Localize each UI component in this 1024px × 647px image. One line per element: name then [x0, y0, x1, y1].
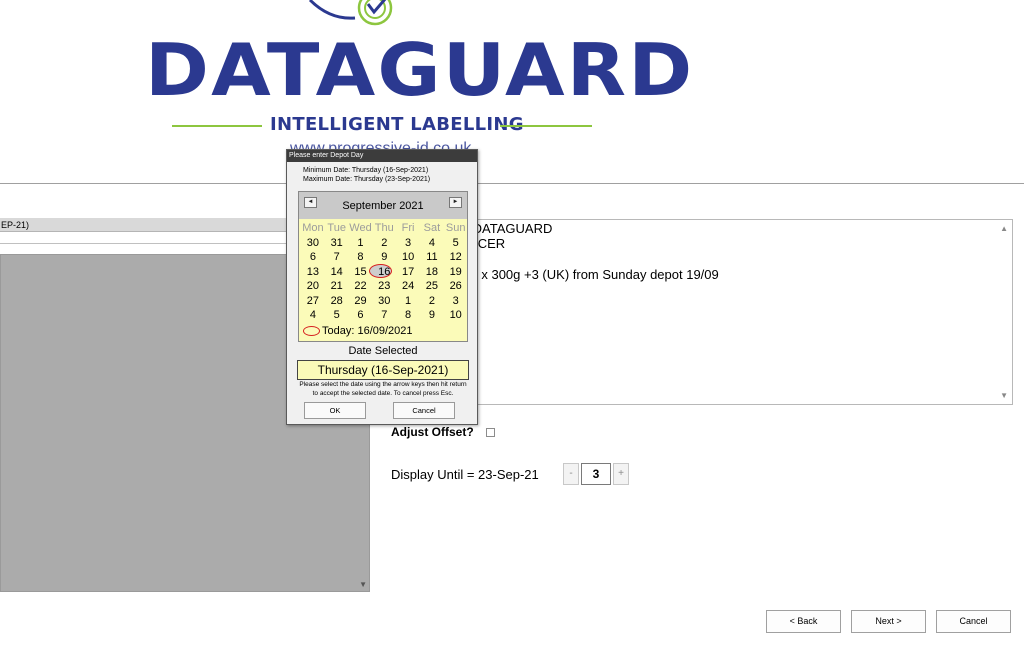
- weekday-header: Mon: [302, 222, 324, 234]
- min-date-text: Minimum Date: Thursday (16-Sep-2021): [303, 167, 429, 174]
- tagline-rule-right: [500, 125, 592, 127]
- stepper-value[interactable]: 3: [581, 463, 611, 485]
- weekday-header: Wed: [349, 222, 372, 234]
- calendar-month-label: September 2021: [342, 200, 424, 212]
- calendar-day[interactable]: 19: [444, 265, 468, 280]
- calendar-day[interactable]: 28: [325, 294, 349, 309]
- calendar-day[interactable]: 4: [301, 308, 325, 323]
- calendar-day[interactable]: 24: [396, 279, 420, 294]
- calendar-day[interactable]: 22: [349, 279, 373, 294]
- depot-day-dialog: Please enter Depot Day Minimum Date: Thu…: [286, 149, 478, 425]
- calendar-day[interactable]: 9: [372, 250, 396, 265]
- dataguard-logo: DATAGUARD INTELLIGENT LABELLING www.prog…: [0, 0, 760, 165]
- calendar-day[interactable]: 15: [349, 265, 373, 280]
- calendar-day[interactable]: 29: [349, 294, 373, 309]
- weekday-header: Sat: [423, 222, 441, 234]
- stepper-plus-button[interactable]: +: [613, 463, 629, 485]
- scroll-up-icon[interactable]: ▲: [1000, 224, 1008, 233]
- weekday-header: Thu: [374, 222, 394, 234]
- weekday-header: Tue: [327, 222, 346, 234]
- calendar-day[interactable]: 11: [420, 250, 444, 265]
- calendar-day[interactable]: 20: [301, 279, 325, 294]
- wizard-cancel-button[interactable]: Cancel: [936, 610, 1011, 633]
- calendar-day[interactable]: 8: [396, 308, 420, 323]
- calendar-day[interactable]: 27: [301, 294, 325, 309]
- adjust-offset-checkbox[interactable]: [486, 428, 495, 437]
- calendar-day[interactable]: 5: [325, 308, 349, 323]
- calendar-day[interactable]: 31: [325, 236, 349, 251]
- date-selected-value: Thursday (16-Sep-2021): [297, 360, 469, 380]
- max-date-text: Maximum Date: Thursday (23-Sep-2021): [303, 176, 431, 183]
- next-button[interactable]: Next >: [851, 610, 926, 633]
- calendar-day[interactable]: 8: [349, 250, 373, 265]
- calendar-day[interactable]: 7: [372, 308, 396, 323]
- description-line: S 20 x 300g +3 (UK) from Sunday depot 19…: [451, 267, 719, 282]
- calendar-day[interactable]: 2: [372, 236, 396, 251]
- logo-tagline: INTELLIGENT LABELLING: [172, 112, 592, 138]
- calendar-day[interactable]: 30: [372, 294, 396, 309]
- header-divider: [0, 183, 1024, 184]
- calendar-day[interactable]: 30: [301, 236, 325, 251]
- help-line: to accept the selected date. To cancel p…: [312, 389, 454, 397]
- calendar[interactable]: ◄ September 2021 ► Mon Tue Wed Thu Fri Sat Sun…: [298, 191, 468, 342]
- weekday-header: Fri: [401, 222, 415, 234]
- today-ring-icon: [303, 326, 320, 337]
- calendar-day[interactable]: 1: [396, 294, 420, 309]
- scroll-down-icon[interactable]: ▼: [1000, 391, 1008, 400]
- calendar-header: ◄ September 2021 ►: [299, 192, 467, 219]
- calendar-day[interactable]: 10: [444, 308, 468, 323]
- display-until-text: Display Until = 23-Sep-21: [391, 467, 539, 482]
- tagline-rule-left: [172, 125, 262, 127]
- logo-wordmark: DATAGUARD: [145, 28, 695, 112]
- today-indicator[interactable]: Today: 16/09/2021: [303, 325, 413, 337]
- adjust-offset-label: Adjust Offset?: [391, 425, 474, 439]
- calendar-day[interactable]: 25: [420, 279, 444, 294]
- weekday-header: Sun: [445, 222, 466, 234]
- dialog-cancel-button[interactable]: Cancel: [393, 402, 455, 419]
- stepper-minus-button[interactable]: -: [563, 463, 579, 485]
- today-text: Today: 16/09/2021: [322, 325, 413, 337]
- calendar-day[interactable]: 16: [372, 265, 396, 280]
- calendar-day[interactable]: 5: [444, 236, 468, 251]
- calendar-day[interactable]: 12: [444, 250, 468, 265]
- dialog-title[interactable]: Please enter Depot Day: [287, 150, 477, 162]
- calendar-day[interactable]: 14: [325, 265, 349, 280]
- calendar-day[interactable]: 3: [444, 294, 468, 309]
- scroll-down-icon[interactable]: ▼: [359, 580, 367, 589]
- next-month-icon[interactable]: ►: [449, 197, 462, 208]
- calendar-day[interactable]: 6: [301, 250, 325, 265]
- calendar-day[interactable]: 23: [372, 279, 396, 294]
- calendar-day[interactable]: 4: [420, 236, 444, 251]
- calendar-day[interactable]: 1: [349, 236, 373, 251]
- dialog-help-text: Please select the date using the arrow k…: [289, 381, 477, 398]
- calendar-day[interactable]: 10: [396, 250, 420, 265]
- date-selected-label: Date Selected: [348, 345, 418, 357]
- back-button[interactable]: < Back: [766, 610, 841, 633]
- tagline-text: INTELLIGENT LABELLING: [270, 114, 524, 135]
- calendar-day[interactable]: 13: [301, 265, 325, 280]
- calendar-day[interactable]: 17: [396, 265, 420, 280]
- calendar-day[interactable]: 2: [420, 294, 444, 309]
- help-line: Please select the date using the arrow k…: [299, 381, 467, 388]
- calendar-day[interactable]: 9: [420, 308, 444, 323]
- calendar-day[interactable]: 26: [444, 279, 468, 294]
- calendar-day[interactable]: 21: [325, 279, 349, 294]
- calendar-day[interactable]: 3: [396, 236, 420, 251]
- calendar-day[interactable]: 6: [349, 308, 373, 323]
- ok-button[interactable]: OK: [304, 402, 366, 419]
- calendar-day[interactable]: 18: [420, 265, 444, 280]
- calendar-day[interactable]: 7: [325, 250, 349, 265]
